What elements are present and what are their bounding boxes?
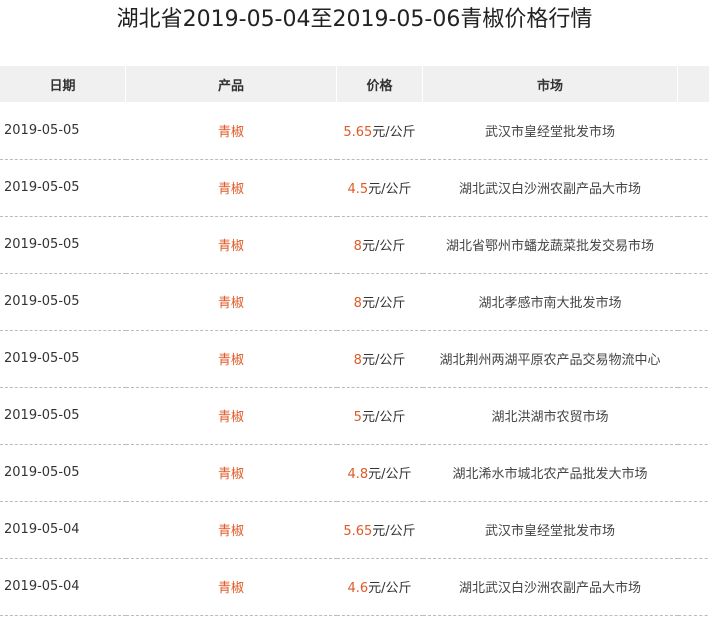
header-price: 价格 [336, 66, 423, 102]
cell-price: 8元/公斤 [337, 216, 423, 273]
cell-price: 8元/公斤 [337, 330, 423, 387]
price-unit: 元/公斤 [361, 296, 406, 311]
price-value: 4.6 [347, 581, 369, 596]
cell-product-link[interactable]: 青椒 [126, 102, 337, 159]
cell-price: 5元/公斤 [337, 387, 423, 444]
cell-product-link[interactable]: 青椒 [126, 387, 337, 444]
table-row: 2019-05-04 青椒 4.6元/公斤 湖北武汉白沙洲农副产品大市场 [0, 558, 709, 615]
cell-product-link[interactable]: 青椒 [126, 159, 337, 216]
cell-spacer [678, 273, 709, 330]
cell-product-link[interactable]: 青椒 [126, 216, 337, 273]
cell-date: 2019-05-05 [4, 180, 80, 195]
cell-spacer [678, 558, 709, 615]
header-spacer [678, 66, 709, 102]
cell-spacer [678, 444, 709, 501]
price-value: 5.65 [343, 124, 373, 140]
cell-price: 4.5元/公斤 [337, 159, 423, 216]
table-row: 2019-05-05 青椒 5.65元/公斤 武汉市皇经堂批发市场 [0, 102, 709, 159]
cell-price: 4.6元/公斤 [337, 558, 423, 615]
header-market: 市场 [422, 66, 678, 102]
cell-price: 4.8元/公斤 [337, 444, 423, 501]
price-unit: 元/公斤 [361, 353, 406, 368]
cell-date: 2019-05-04 [4, 579, 80, 594]
cell-market: 湖北武汉白沙洲农副产品大市场 [458, 581, 641, 596]
cell-date: 2019-05-05 [4, 408, 80, 423]
price-value: 4.8 [347, 467, 369, 482]
page-title: 湖北省2019-05-04至2019-05-06青椒价格行情 [116, 7, 593, 32]
cell-market: 武汉市皇经堂批发市场 [484, 524, 615, 539]
price-unit: 元/公斤 [368, 182, 412, 197]
cell-market: 湖北孝感市南大批发市场 [478, 296, 622, 311]
cell-date: 2019-05-05 [4, 351, 80, 366]
price-unit: 元/公斤 [368, 467, 412, 482]
price-unit: 元/公斤 [372, 524, 416, 539]
price-unit: 元/公斤 [372, 124, 416, 140]
price-unit: 元/公斤 [361, 239, 406, 254]
cell-product-link[interactable]: 青椒 [126, 273, 337, 330]
cell-spacer [678, 330, 709, 387]
table-row: 2019-05-05 青椒 8元/公斤 湖北荆州两湖平原农产品交易物流中心 [0, 330, 709, 387]
cell-price: 5.65元/公斤 [337, 501, 423, 558]
price-unit: 元/公斤 [368, 581, 412, 596]
cell-market: 武汉市皇经堂批发市场 [484, 124, 615, 140]
cell-date: 2019-05-05 [4, 465, 80, 480]
cell-market: 湖北洪湖市农贸市场 [491, 410, 609, 425]
table-header-row: 日期 产品 价格 市场 [0, 66, 709, 102]
table-row: 2019-05-05 青椒 5元/公斤 湖北洪湖市农贸市场 [0, 387, 709, 444]
price-value: 5.65 [343, 524, 373, 539]
header-product: 产品 [125, 66, 337, 102]
price-value: 8 [353, 239, 362, 254]
cell-product-link[interactable]: 青椒 [126, 444, 337, 501]
cell-product-link[interactable]: 青椒 [126, 501, 337, 558]
table-row: 2019-05-05 青椒 4.8元/公斤 湖北浠水市城北农产品批发大市场 [0, 444, 709, 501]
price-unit: 元/公斤 [361, 410, 406, 425]
cell-product-link[interactable]: 青椒 [126, 330, 337, 387]
cell-spacer [678, 216, 709, 273]
cell-market: 湖北荆州两湖平原农产品交易物流中心 [439, 353, 661, 368]
cell-date: 2019-05-05 [4, 122, 80, 138]
cell-date: 2019-05-05 [4, 294, 80, 309]
table-row: 2019-05-04 青椒 5.65元/公斤 武汉市皇经堂批发市场 [0, 501, 709, 558]
price-value: 5 [353, 410, 362, 425]
price-table: 日期 产品 价格 市场 2019-05-05 青椒 5.65元/公斤 武汉市皇经堂批发… [0, 66, 709, 616]
cell-date: 2019-05-05 [4, 237, 80, 252]
table-row: 2019-05-05 青椒 4.5元/公斤 湖北武汉白沙洲农副产品大市场 [0, 159, 709, 216]
cell-spacer [678, 387, 709, 444]
cell-product-link[interactable]: 青椒 [126, 558, 337, 615]
price-value: 4.5 [347, 182, 369, 197]
price-value: 8 [353, 353, 362, 368]
cell-price: 8元/公斤 [337, 273, 423, 330]
cell-date: 2019-05-04 [4, 522, 80, 537]
cell-spacer [678, 102, 709, 159]
table-row: 2019-05-05 青椒 8元/公斤 湖北省鄂州市蟠龙蔬菜批发交易市场 [0, 216, 709, 273]
cell-spacer [678, 159, 709, 216]
cell-market: 湖北省鄂州市蟠龙蔬菜批发交易市场 [445, 239, 654, 254]
cell-market: 湖北浠水市城北农产品批发大市场 [452, 467, 648, 482]
table-row: 2019-05-05 青椒 8元/公斤 湖北孝感市南大批发市场 [0, 273, 709, 330]
cell-price: 5.65元/公斤 [337, 102, 423, 159]
cell-spacer [678, 501, 709, 558]
price-value: 8 [353, 296, 362, 311]
cell-market: 湖北武汉白沙洲农副产品大市场 [458, 182, 641, 197]
header-date: 日期 [0, 66, 126, 102]
